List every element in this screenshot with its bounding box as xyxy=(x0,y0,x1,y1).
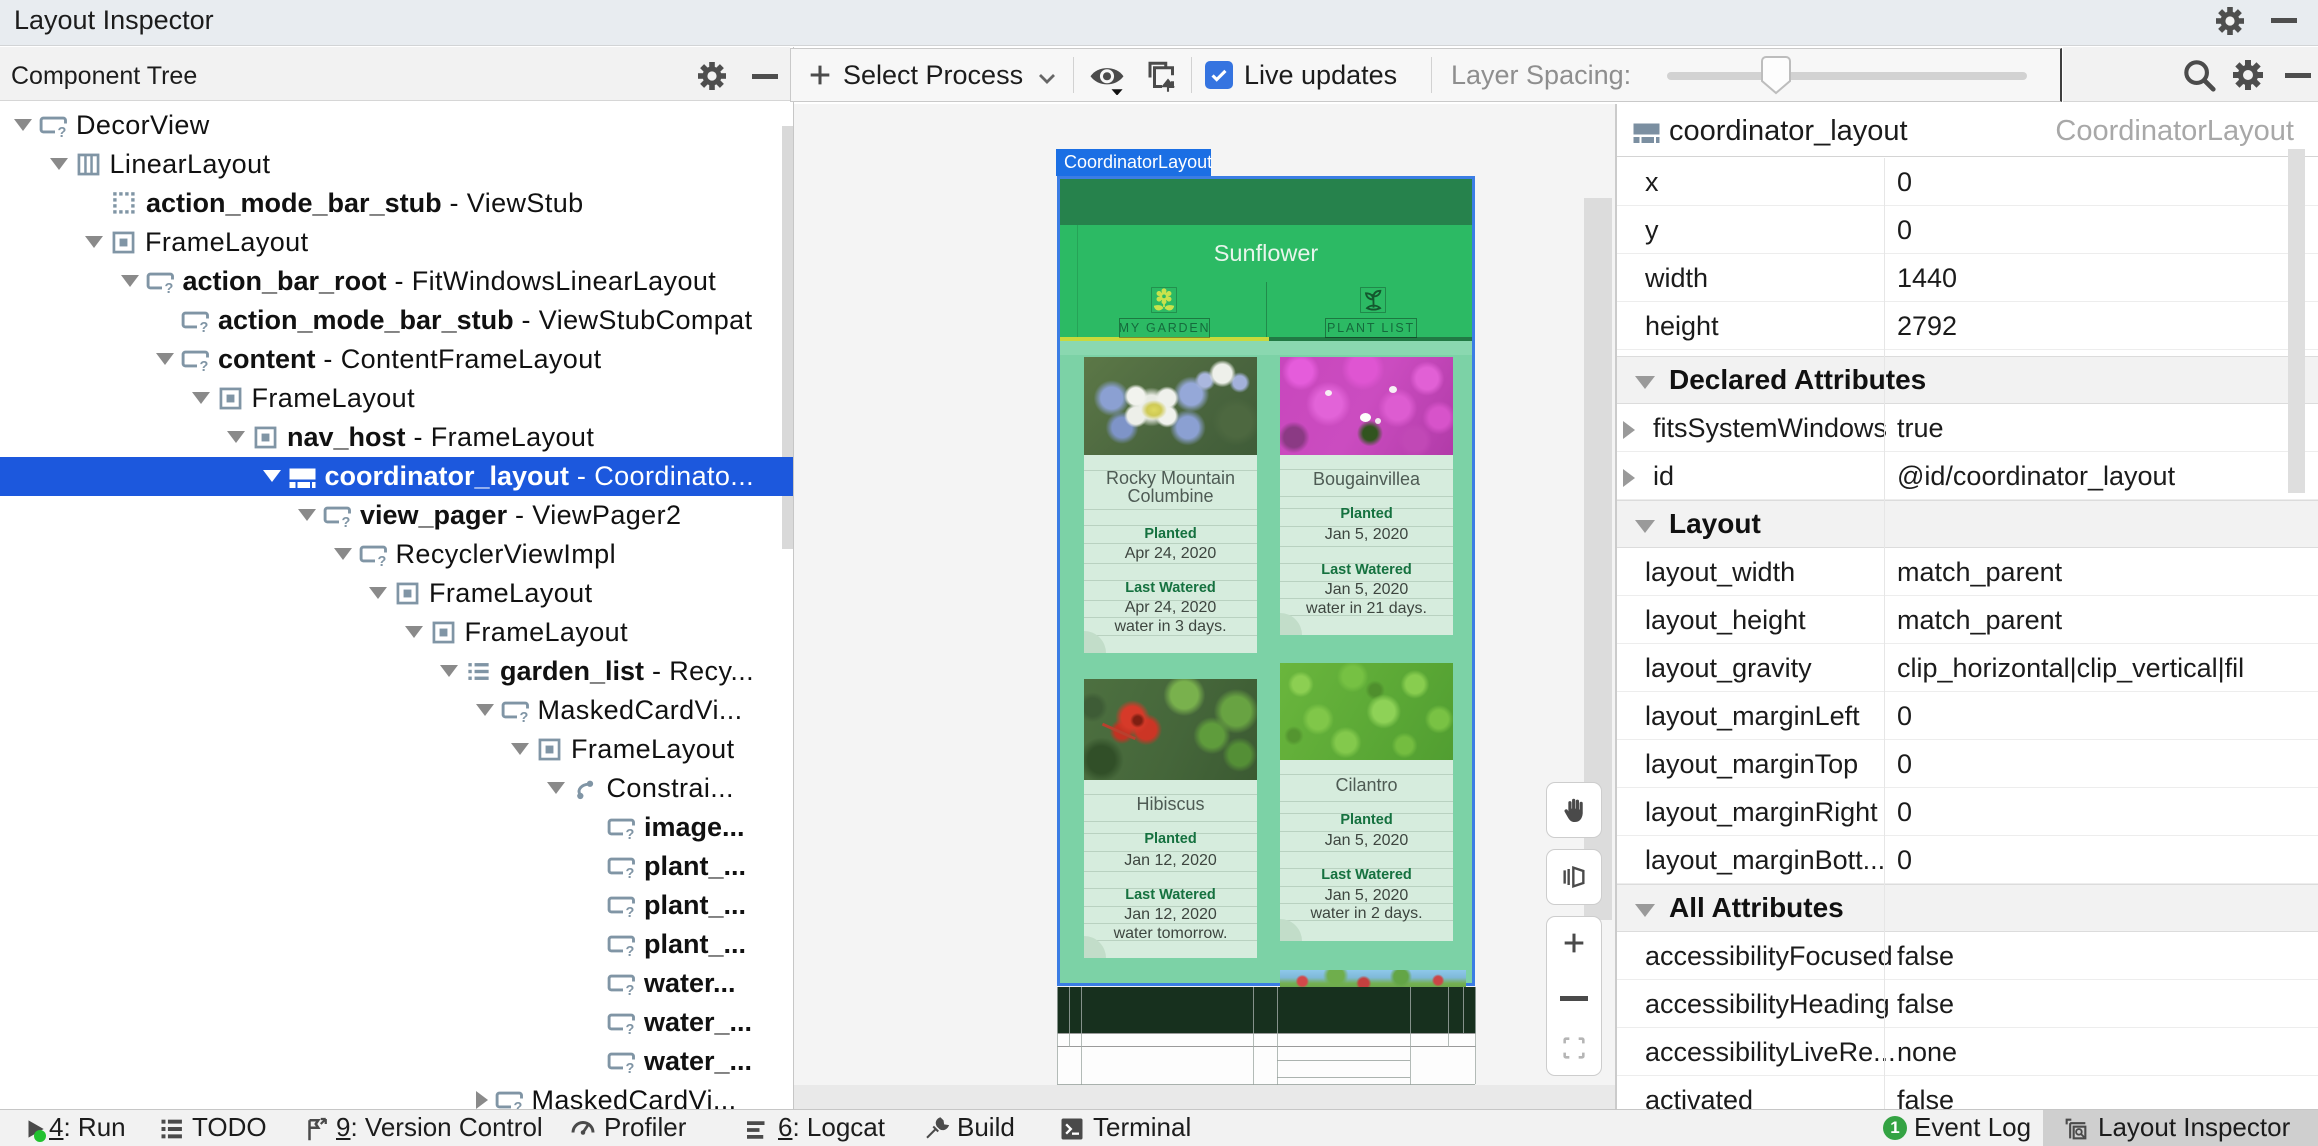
svg-text:?: ? xyxy=(164,281,173,295)
svg-text:?: ? xyxy=(200,320,209,334)
svg-text:?: ? xyxy=(626,1061,635,1075)
svg-text:?: ? xyxy=(626,827,635,841)
svg-text:?: ? xyxy=(626,1022,635,1036)
svg-text:?: ? xyxy=(342,515,351,529)
svg-text:?: ? xyxy=(519,710,528,724)
svg-text:?: ? xyxy=(513,1100,522,1110)
svg-text:?: ? xyxy=(200,359,209,373)
svg-text:?: ? xyxy=(626,944,635,958)
svg-text:?: ? xyxy=(58,125,67,139)
svg-text:?: ? xyxy=(626,983,635,997)
svg-text:?: ? xyxy=(626,866,635,880)
svg-text:?: ? xyxy=(377,554,386,568)
svg-text:?: ? xyxy=(626,905,635,919)
